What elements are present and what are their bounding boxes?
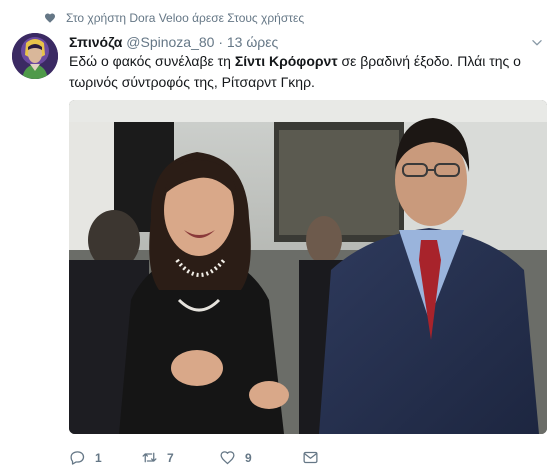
avatar-image: [12, 33, 58, 79]
retweet-button[interactable]: 7: [141, 449, 219, 466]
retweet-count: 7: [167, 450, 174, 465]
tweet-text: Εδώ ο φακός συνέλαβε τη Σίντι Κρόφορντ σ…: [69, 51, 545, 93]
envelope-icon: [303, 451, 318, 464]
tweet-text-part1: Εδώ ο φακός συνέλαβε τη: [69, 53, 235, 69]
timestamp[interactable]: 13 ώρες: [227, 34, 278, 50]
like-count: 9: [245, 450, 252, 465]
like-button[interactable]: 9: [219, 449, 302, 466]
heart-icon: [45, 13, 55, 23]
heart-icon: [220, 451, 235, 465]
tweet-actions: 1 7 9: [69, 449, 319, 466]
direct-message-button[interactable]: [302, 449, 319, 466]
separator-dot: ·: [218, 34, 223, 50]
retweet-icon: [142, 452, 157, 463]
avatar[interactable]: [12, 33, 58, 79]
reply-icon: [70, 451, 85, 465]
tweet-header: Σπινόζα @Spinoza_80 · 13 ώρες: [69, 33, 278, 51]
user-handle[interactable]: @Spinoza_80: [126, 34, 214, 50]
photo-image: [69, 100, 547, 434]
display-name[interactable]: Σπινόζα: [69, 34, 122, 50]
chevron-down-icon[interactable]: [530, 36, 544, 50]
tweet-photo[interactable]: [69, 100, 547, 434]
social-context-text[interactable]: Στο χρήστη Dora Veloo άρεσε Στους χρήστε…: [66, 11, 304, 25]
reply-button[interactable]: 1: [69, 449, 141, 466]
tweet-text-bold: Σίντι Κρόφορντ: [234, 53, 338, 69]
social-context: Στο χρήστη Dora Veloo άρεσε Στους χρήστε…: [44, 11, 304, 25]
reply-count: 1: [95, 450, 102, 465]
